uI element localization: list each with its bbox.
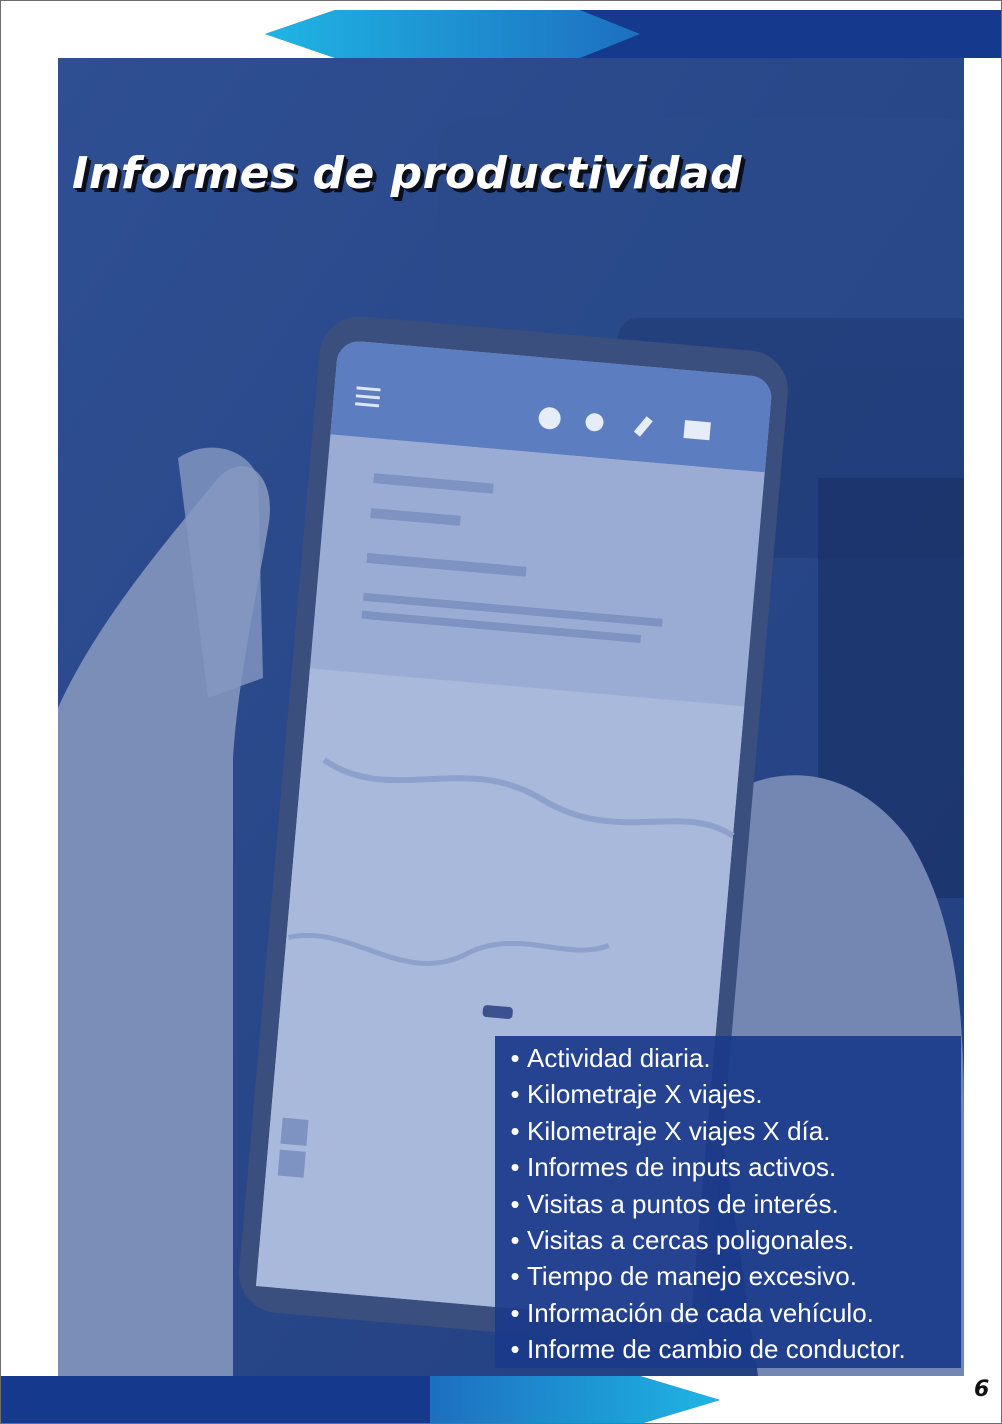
list-item: Visitas a puntos de interés. [503, 1186, 906, 1222]
features-list: Actividad diaria. Kilometraje X viajes. … [503, 1040, 906, 1368]
bottom-decorative-band [0, 1376, 1002, 1424]
page-title: Informes de productividad [72, 148, 743, 199]
list-item: Informes de inputs activos. [503, 1149, 906, 1185]
list-item: Kilometraje X viajes X día. [503, 1113, 906, 1149]
list-item: Visitas a cercas poligonales. [503, 1222, 906, 1258]
list-item: Kilometraje X viajes. [503, 1076, 906, 1112]
list-item: Tiempo de manejo excesivo. [503, 1258, 906, 1294]
list-item: Actividad diaria. [503, 1040, 906, 1076]
list-item: Información de cada vehículo. [503, 1295, 906, 1331]
page-number: 6 [974, 1377, 990, 1402]
list-item: Informe de cambio de conductor. [503, 1331, 906, 1367]
features-panel: Actividad diaria. Kilometraje X viajes. … [495, 1036, 961, 1368]
top-decorative-band [0, 10, 1002, 58]
